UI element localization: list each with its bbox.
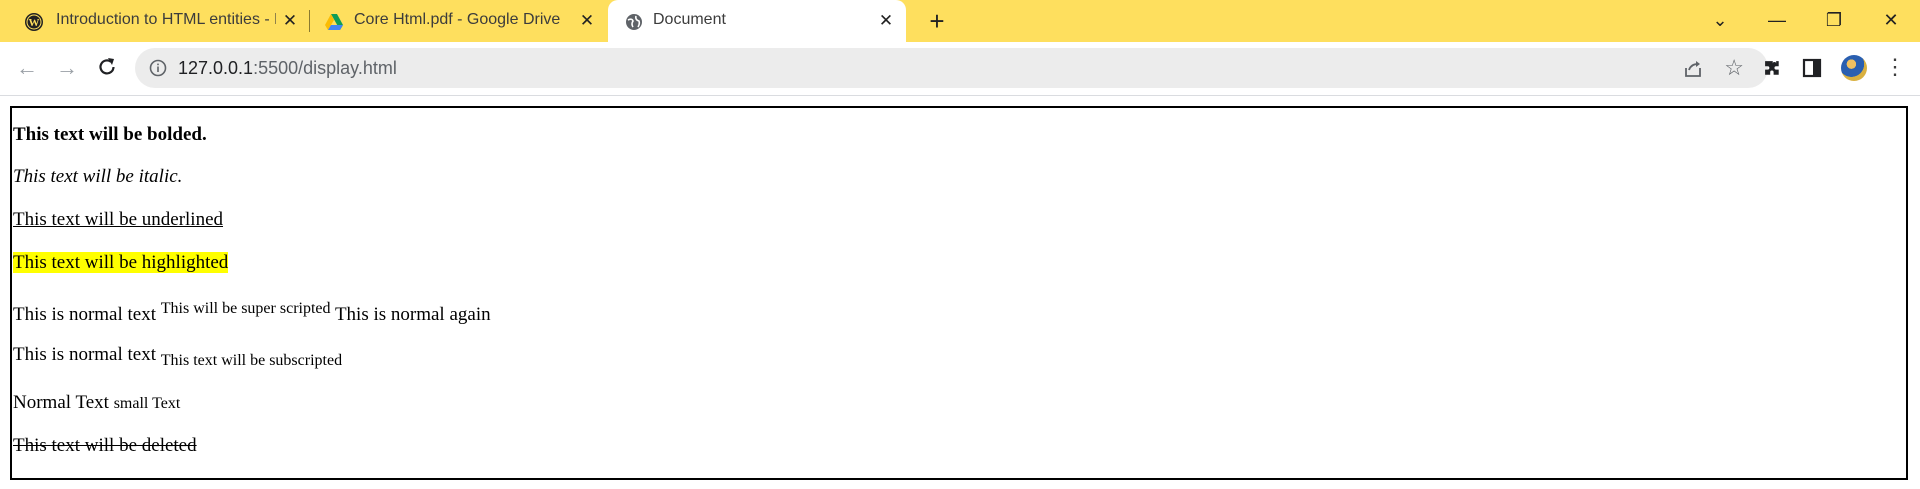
highlighted-line: This text will be highlighted <box>13 252 229 274</box>
tab-title: Core Html.pdf - Google Drive <box>354 11 561 28</box>
small-text-line: Normal Text small Text <box>13 392 180 414</box>
site-info-icon[interactable] <box>149 59 167 77</box>
close-tab-icon[interactable]: ✕ <box>876 11 896 31</box>
superscript-text: This will be super scripted <box>160 300 331 317</box>
extensions-icon[interactable] <box>1760 56 1784 80</box>
tab-separator <box>309 10 310 32</box>
address-bar[interactable]: 127.0.0.1:5500/display.html ☆ <box>135 48 1768 88</box>
small-text: small Text <box>113 395 181 412</box>
close-tab-icon[interactable]: ✕ <box>280 11 300 31</box>
normal-text: This is normal text <box>13 304 157 325</box>
tab-document[interactable]: Document ✕ <box>608 0 906 42</box>
tab-title: Introduction to HTML entities - F <box>56 11 276 28</box>
url-path: :5500/display.html <box>253 58 397 78</box>
italic-text: This text will be italic. <box>13 166 183 187</box>
underlined-text: This text will be underlined <box>13 209 224 230</box>
bold-text: This text will be bolded. <box>13 124 207 145</box>
document-body: This text will be bolded. This text will… <box>10 106 1908 480</box>
page-viewport: This text will be bolded. This text will… <box>0 96 1920 489</box>
normal-text: This is normal text <box>13 344 157 365</box>
deleted-text: This text will be deleted <box>13 435 197 456</box>
reload-icon[interactable] <box>95 55 119 79</box>
svg-text:W: W <box>29 17 40 29</box>
url-host: 127.0.0.1 <box>178 58 254 78</box>
menu-kebab-icon[interactable]: ⋮ <box>1884 54 1906 80</box>
tab-strip: W Introduction to HTML entities - F ✕ Co… <box>0 0 1920 42</box>
google-drive-icon <box>325 14 343 30</box>
bookmark-star-icon[interactable]: ☆ <box>1724 56 1744 80</box>
highlighted-text: This text will be highlighted <box>13 252 229 273</box>
globe-icon <box>626 14 642 30</box>
close-window-icon[interactable]: ✕ <box>1871 6 1911 34</box>
forward-icon[interactable]: → <box>53 54 81 82</box>
tab-core-html[interactable]: Core Html.pdf - Google Drive ✕ <box>312 0 607 42</box>
restore-icon[interactable]: ❐ <box>1814 6 1854 34</box>
profile-avatar[interactable] <box>1841 55 1867 81</box>
browser-toolbar: ← → 127.0.0.1:5500/display.html ☆ ⋮ <box>0 42 1920 95</box>
back-icon[interactable]: ← <box>13 54 41 82</box>
superscript-line: This is normal text This will be super s… <box>13 300 491 326</box>
tab-html-entities[interactable]: W Introduction to HTML entities - F ✕ <box>0 0 305 42</box>
tab-search-icon[interactable]: ⌄ <box>1700 6 1740 34</box>
side-panel-icon[interactable] <box>1800 56 1824 80</box>
share-icon[interactable] <box>1682 58 1704 80</box>
subscript-text: This text will be subscripted <box>160 352 343 369</box>
new-tab-button[interactable]: + <box>923 7 951 35</box>
close-tab-icon[interactable]: ✕ <box>577 11 597 31</box>
normal-text-again: This is normal again <box>334 304 491 325</box>
subscript-line: This is normal text This text will be su… <box>13 344 342 370</box>
normal-text: Normal Text <box>13 392 109 413</box>
wordpress-icon: W <box>25 13 43 31</box>
tab-title: Document <box>653 11 726 28</box>
minimize-icon[interactable]: — <box>1757 6 1797 34</box>
url-text: 127.0.0.1:5500/display.html <box>178 58 397 79</box>
